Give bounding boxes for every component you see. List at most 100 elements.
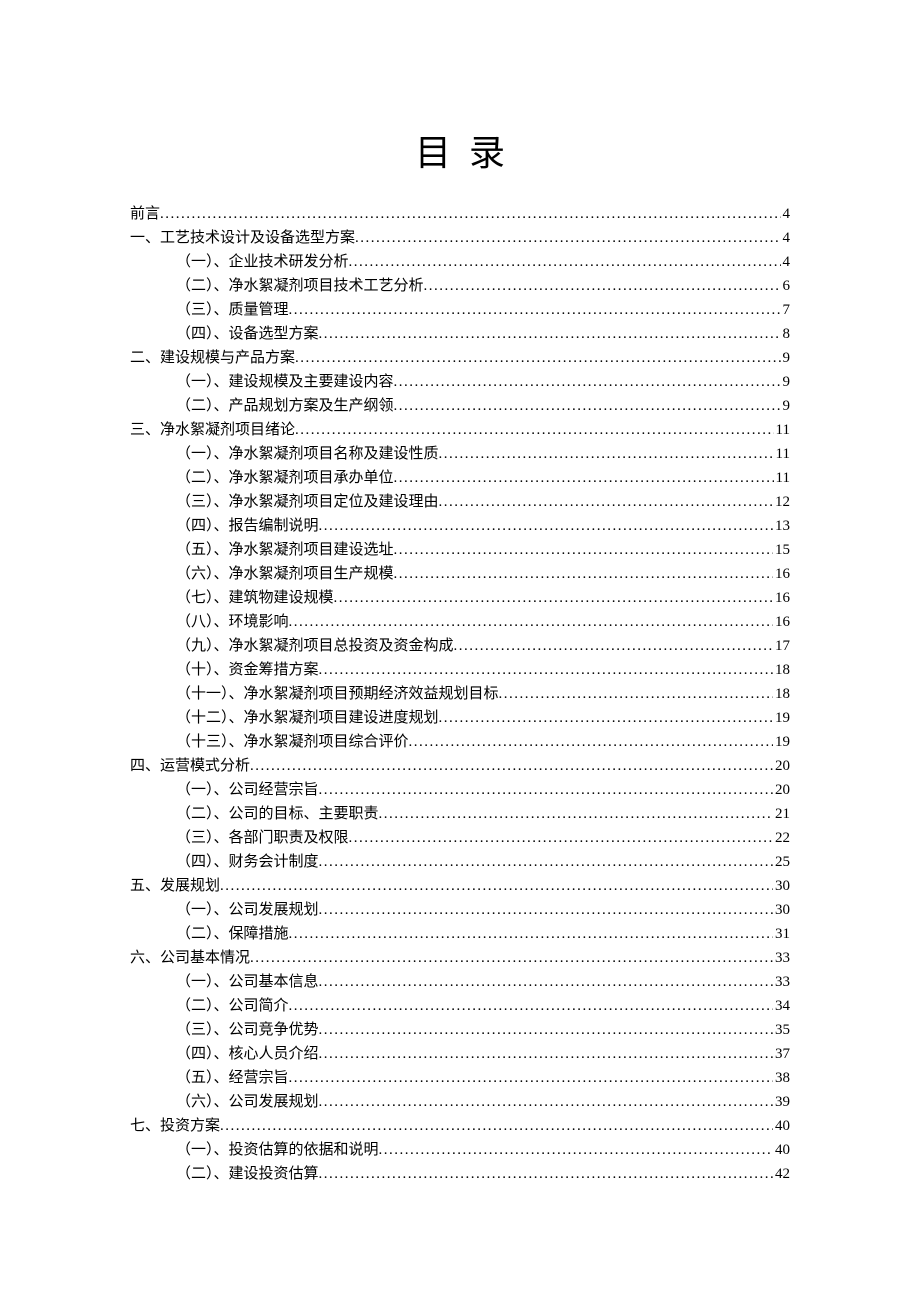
toc-entry-page: 13 <box>773 514 790 538</box>
toc-dot-leader <box>289 994 773 1018</box>
toc-entry: 二、建设规模与产品方案9 <box>130 346 790 370</box>
toc-entry-page: 20 <box>773 754 790 778</box>
toc-entry-label: 三、净水絮凝剂项目绪论 <box>130 418 295 442</box>
toc-entry-page: 8 <box>781 322 791 346</box>
toc-entry-label: 二、建设规模与产品方案 <box>130 346 295 370</box>
document-page: 目录 前言4一、工艺技术设计及设备选型方案4（一）、企业技术研发分析4（二）、净… <box>0 0 920 1266</box>
toc-entry-page: 12 <box>773 490 790 514</box>
toc-dot-leader <box>319 658 773 682</box>
toc-entry: （一）、公司发展规划30 <box>176 898 790 922</box>
toc-entry: （一）、净水絮凝剂项目名称及建设性质11 <box>176 442 790 466</box>
toc-entry-label: （八）、环境影响 <box>176 610 289 634</box>
toc-entry-page: 11 <box>774 466 790 490</box>
toc-dot-leader <box>160 202 780 226</box>
toc-entry: （四）、报告编制说明13 <box>176 514 790 538</box>
toc-entry-page: 19 <box>773 706 790 730</box>
toc-entry: （三）、净水絮凝剂项目定位及建设理由 12 <box>176 490 790 514</box>
toc-entry-label: 六、公司基本情况 <box>130 946 250 970</box>
toc-entry: （二）、净水絮凝剂项目承办单位 11 <box>176 466 790 490</box>
toc-entry-label: 七、投资方案 <box>130 1114 220 1138</box>
toc-dot-leader <box>319 1090 773 1114</box>
toc-dot-leader <box>319 850 773 874</box>
toc-entry-label: （十）、资金筹措方案 <box>176 658 319 682</box>
toc-entry-page: 33 <box>773 970 790 994</box>
toc-entry: （十）、资金筹措方案18 <box>176 658 790 682</box>
toc-entry: （五）、净水絮凝剂项目建设选址 15 <box>176 538 790 562</box>
toc-entry-label: （四）、核心人员介绍 <box>176 1042 319 1066</box>
toc-entry: 六、公司基本情况 33 <box>130 946 790 970</box>
toc-entry-page: 6 <box>781 274 791 298</box>
toc-dot-leader <box>379 1138 773 1162</box>
toc-entry-page: 16 <box>773 562 790 586</box>
toc-entry: （一）、公司经营宗旨20 <box>176 778 790 802</box>
toc-dot-leader <box>289 298 781 322</box>
toc-entry-label: （三）、质量管理 <box>176 298 289 322</box>
toc-entry: 五、发展规划30 <box>130 874 790 898</box>
toc-entry-page: 9 <box>781 370 791 394</box>
toc-entry: （十二）、净水絮凝剂项目建设进度规划 19 <box>176 706 790 730</box>
toc-dot-leader <box>289 922 773 946</box>
toc-entry: （六）、净水絮凝剂项目生产规模 16 <box>176 562 790 586</box>
toc-dot-leader <box>394 466 774 490</box>
toc-entry-label: （七）、建筑物建设规模 <box>176 586 334 610</box>
toc-entry-label: （一）、投资估算的依据和说明 <box>176 1138 379 1162</box>
toc-entry-page: 30 <box>773 898 790 922</box>
toc-dot-leader <box>334 586 773 610</box>
toc-entry: （四）、设备选型方案8 <box>176 322 790 346</box>
toc-entry: （二）、产品规划方案及生产纲领9 <box>176 394 790 418</box>
toc-entry-page: 42 <box>773 1162 790 1186</box>
toc-entry: 四、运营模式分析 20 <box>130 754 790 778</box>
toc-entry: （三）、质量管理7 <box>176 298 790 322</box>
toc-entry: 前言 4 <box>130 202 790 226</box>
toc-entry-label: （五）、净水絮凝剂项目建设选址 <box>176 538 394 562</box>
toc-entry-label: （一）、企业技术研发分析 <box>176 250 349 274</box>
toc-dot-leader <box>355 226 780 250</box>
toc-entry-label: （六）、净水絮凝剂项目生产规模 <box>176 562 394 586</box>
toc-entry: （一）、企业技术研发分析4 <box>176 250 790 274</box>
toc-entry-label: （一）、公司经营宗旨 <box>176 778 319 802</box>
toc-entry-page: 19 <box>773 730 790 754</box>
toc-entry-page: 11 <box>774 418 790 442</box>
toc-entry-page: 40 <box>773 1114 790 1138</box>
toc-entry: （十一）、净水絮凝剂项目预期经济效益规划目标18 <box>176 682 790 706</box>
toc-entry-label: （二）、保障措施 <box>176 922 289 946</box>
toc-entry: （四）、核心人员介绍37 <box>176 1042 790 1066</box>
toc-dot-leader <box>394 562 773 586</box>
toc-entry-page: 16 <box>773 586 790 610</box>
toc-entry-label: （十二）、净水絮凝剂项目建设进度规划 <box>176 706 439 730</box>
toc-dot-leader <box>349 826 773 850</box>
toc-entry-label: （二）、净水絮凝剂项目技术工艺分析 <box>176 274 424 298</box>
toc-entry-page: 34 <box>773 994 790 1018</box>
toc-entry: 七、投资方案 40 <box>130 1114 790 1138</box>
toc-entry-label: 四、运营模式分析 <box>130 754 250 778</box>
toc-entry-label: （三）、公司竞争优势 <box>176 1018 319 1042</box>
toc-list: 前言4一、工艺技术设计及设备选型方案4（一）、企业技术研发分析4（二）、净水絮凝… <box>130 202 790 1186</box>
toc-entry-label: （五）、经营宗旨 <box>176 1066 289 1090</box>
toc-entry-label: （三）、净水絮凝剂项目定位及建设理由 <box>176 490 439 514</box>
toc-entry-page: 21 <box>773 802 790 826</box>
toc-dot-leader <box>220 1114 773 1138</box>
toc-entry-page: 4 <box>781 202 791 226</box>
toc-dot-leader <box>409 730 773 754</box>
toc-entry-label: （六）、公司发展规划 <box>176 1090 319 1114</box>
toc-entry: （六）、公司发展规划39 <box>176 1090 790 1114</box>
toc-entry-label: 前言 <box>130 202 160 226</box>
toc-entry-page: 17 <box>773 634 790 658</box>
toc-entry: （二）、公司简介34 <box>176 994 790 1018</box>
toc-entry: 三、净水絮凝剂项目绪论 11 <box>130 418 790 442</box>
toc-dot-leader <box>250 946 773 970</box>
toc-entry-label: （一）、建设规模及主要建设内容 <box>176 370 394 394</box>
toc-dot-leader <box>439 442 774 466</box>
toc-dot-leader <box>319 1018 773 1042</box>
toc-entry: （七）、建筑物建设规模 16 <box>176 586 790 610</box>
toc-entry-label: （九）、净水絮凝剂项目总投资及资金构成 <box>176 634 454 658</box>
toc-entry-page: 15 <box>773 538 790 562</box>
toc-entry: （九）、净水絮凝剂项目总投资及资金构成 17 <box>176 634 790 658</box>
toc-entry-label: （二）、净水絮凝剂项目承办单位 <box>176 466 394 490</box>
toc-entry-page: 33 <box>773 946 790 970</box>
toc-dot-leader <box>319 970 773 994</box>
toc-entry-page: 16 <box>773 610 790 634</box>
toc-dot-leader <box>319 778 773 802</box>
toc-entry: （八）、环境影响 16 <box>176 610 790 634</box>
toc-dot-leader <box>220 874 773 898</box>
